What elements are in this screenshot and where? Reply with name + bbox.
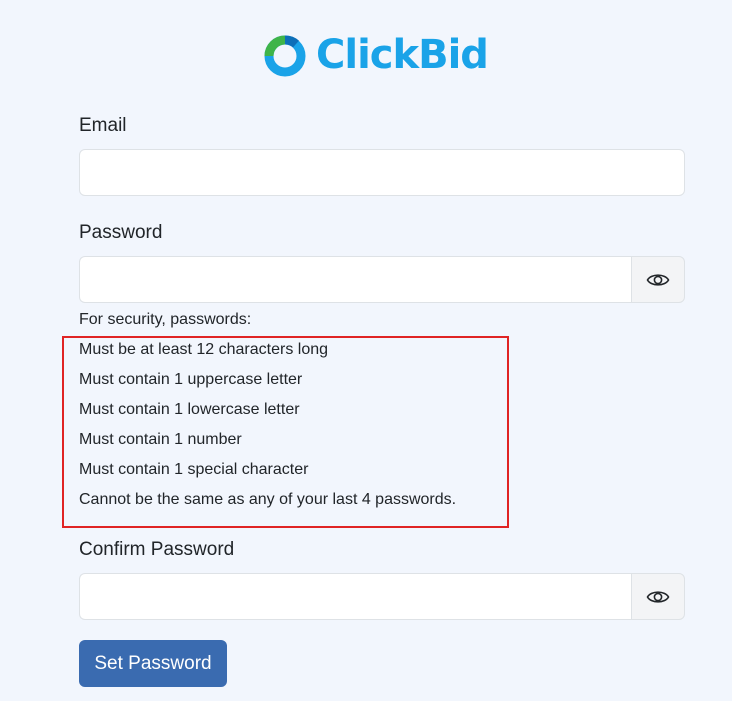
confirm-password-input-group — [79, 573, 685, 620]
email-field[interactable] — [79, 149, 685, 196]
email-label: Email — [79, 115, 127, 136]
confirm-password-label: Confirm Password — [79, 539, 235, 560]
brand-name: ClickBid — [316, 32, 489, 78]
confirm-password-field[interactable] — [79, 573, 631, 620]
requirement-min-length: Must be at least 12 characters long — [79, 341, 329, 358]
eye-icon — [646, 590, 670, 603]
password-input-group — [79, 256, 685, 303]
clickbid-logo-icon — [264, 35, 306, 77]
requirement-lowercase: Must contain 1 lowercase letter — [79, 401, 300, 418]
set-password-button[interactable]: Set Password — [79, 640, 227, 687]
requirement-no-reuse: Cannot be the same as any of your last 4… — [79, 491, 457, 508]
clickbid-logo: ClickBid — [262, 28, 489, 82]
password-requirements-intro: For security, passwords: — [79, 311, 252, 328]
requirement-number: Must contain 1 number — [79, 431, 242, 448]
eye-icon — [646, 273, 670, 286]
confirm-password-visibility-toggle[interactable] — [631, 573, 685, 620]
password-label: Password — [79, 222, 163, 243]
requirement-special-char: Must contain 1 special character — [79, 461, 309, 478]
password-visibility-toggle[interactable] — [631, 256, 685, 303]
requirement-uppercase: Must contain 1 uppercase letter — [79, 371, 303, 388]
password-field[interactable] — [79, 256, 631, 303]
set-password-page: ClickBid Email Password For security, pa… — [0, 0, 732, 701]
